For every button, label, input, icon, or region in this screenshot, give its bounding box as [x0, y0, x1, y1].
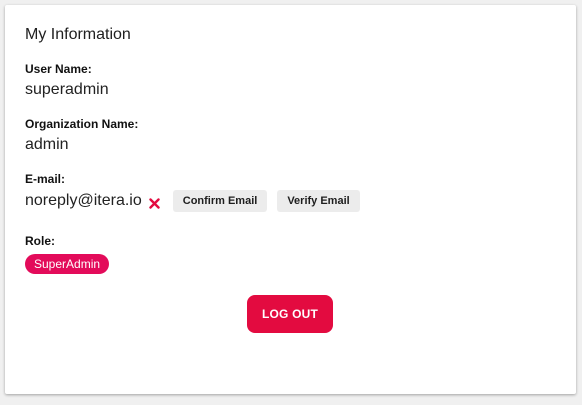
my-information-card: My Information User Name: superadmin Org…	[5, 5, 576, 394]
log-out-button[interactable]: LOG OUT	[247, 295, 333, 333]
organization-name-value: admin	[25, 136, 69, 153]
user-name-field: User Name: superadmin	[25, 62, 109, 100]
card-title: My Information	[25, 26, 131, 43]
organization-name-field: Organization Name: admin	[25, 117, 138, 155]
role-badge: SuperAdmin	[25, 254, 110, 274]
email-value: noreply@itera.io	[25, 192, 142, 209]
user-name-value: superadmin	[25, 81, 109, 98]
role-field: Role: SuperAdmin	[25, 234, 110, 274]
email-label: E-mail:	[25, 172, 66, 186]
verify-email-button[interactable]: Verify Email	[277, 190, 360, 212]
x-icon	[149, 196, 160, 209]
organization-name-label: Organization Name:	[25, 117, 139, 131]
email-row: noreply@itera.io Confirm Email Verify Em…	[25, 190, 360, 212]
email-field: E-mail: noreply@itera.io Confirm Email V…	[25, 172, 360, 212]
role-label: Role:	[25, 234, 55, 248]
confirm-email-button[interactable]: Confirm Email	[172, 190, 268, 212]
user-name-label: User Name:	[25, 62, 92, 76]
